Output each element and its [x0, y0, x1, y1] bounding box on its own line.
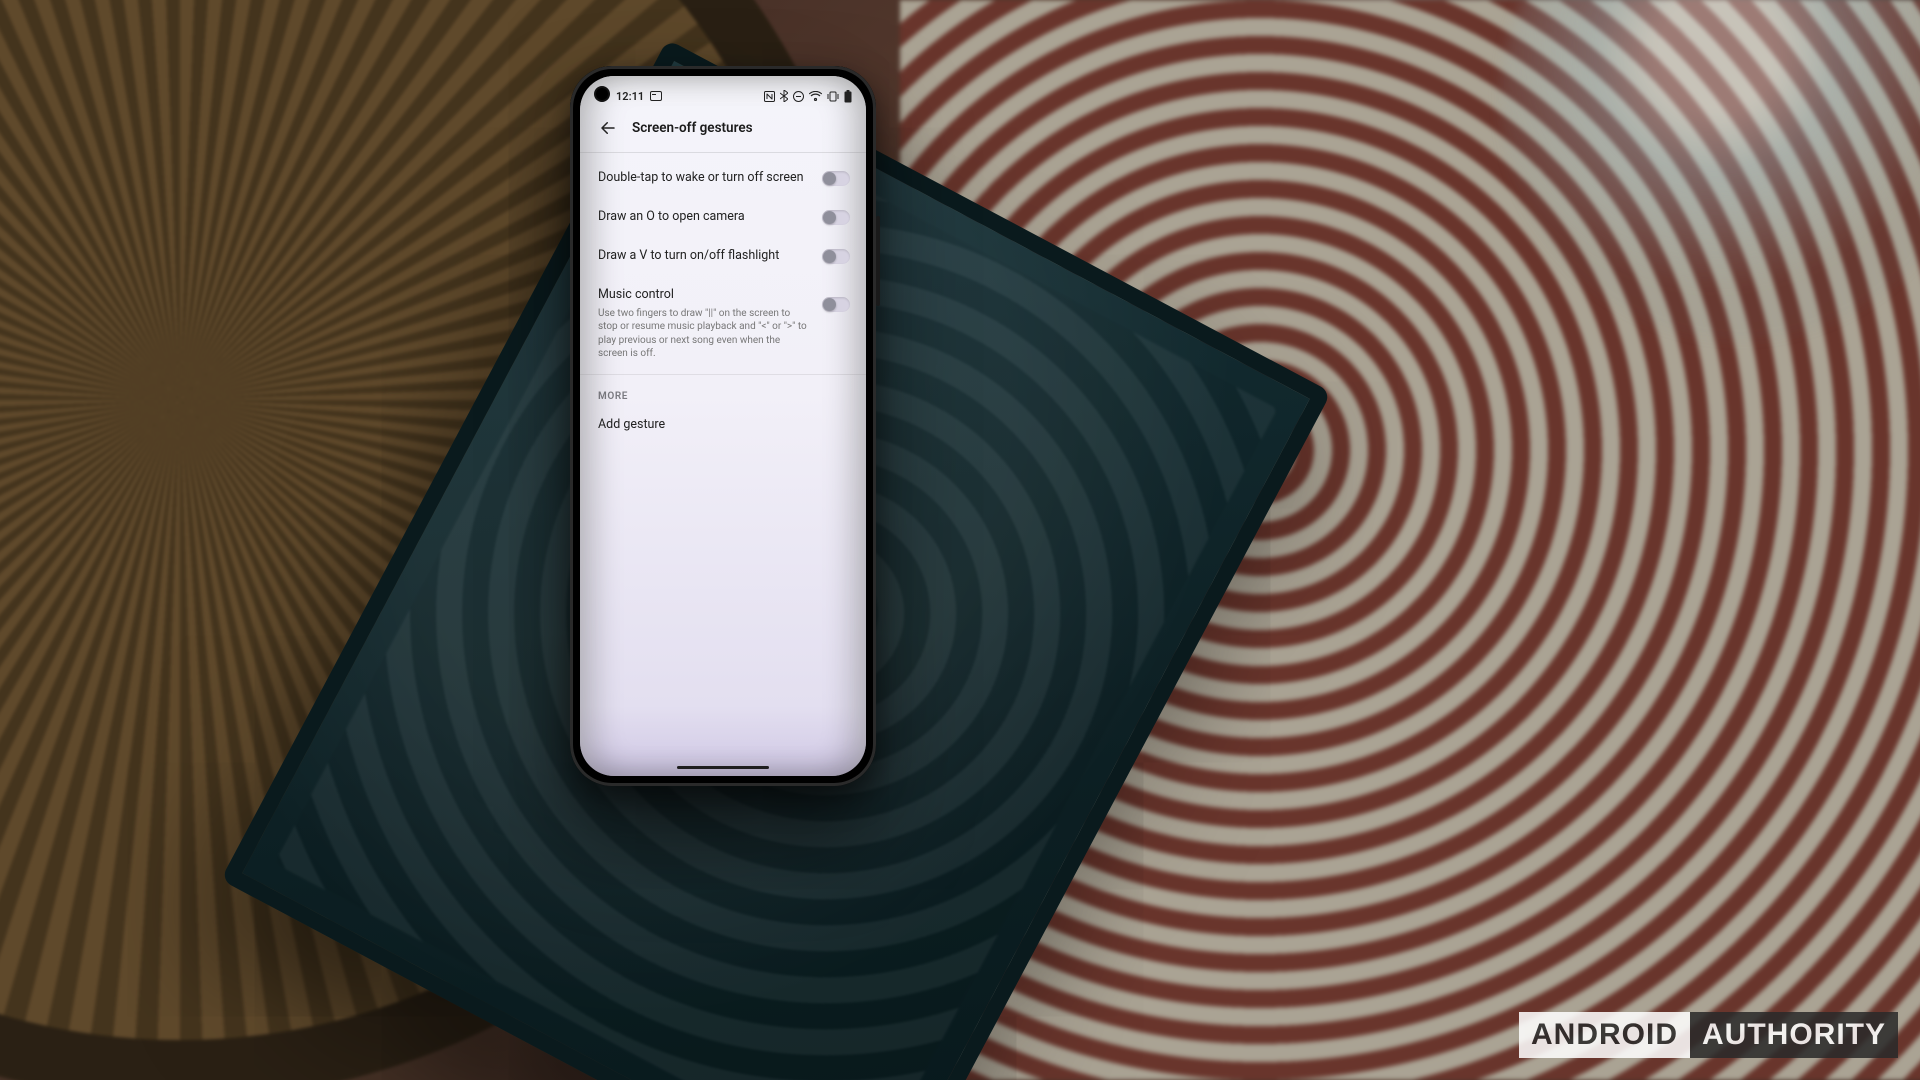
- arrow-left-icon: [599, 119, 617, 137]
- battery-icon: [844, 90, 852, 103]
- wifi-icon: [809, 91, 822, 101]
- setting-label: Add gesture: [598, 417, 850, 434]
- card-icon: [650, 91, 662, 101]
- setting-description: Use two fingers to draw "||" on the scre…: [598, 307, 812, 361]
- bluetooth-icon: [780, 90, 788, 102]
- setting-label: Draw an O to open camera: [598, 209, 812, 226]
- page-header: Screen-off gestures: [580, 110, 866, 152]
- section-divider: [580, 374, 866, 375]
- setting-label: Music control: [598, 287, 812, 304]
- setting-row-double-tap[interactable]: Double-tap to wake or turn off screen: [580, 159, 866, 198]
- setting-row-add-gesture[interactable]: Add gesture: [580, 406, 866, 445]
- setting-row-music-control[interactable]: Music control Use two fingers to draw "|…: [580, 276, 866, 372]
- status-bar: 12:11: [580, 76, 866, 110]
- dnd-icon: [793, 91, 804, 102]
- watermark-part1: ANDROID: [1519, 1012, 1690, 1058]
- toggle-draw-o[interactable]: [822, 210, 850, 225]
- toggle-music-control[interactable]: [822, 297, 850, 312]
- status-time: 12:11: [616, 90, 644, 103]
- phone-screen: 12:11: [580, 76, 866, 776]
- header-divider: [580, 152, 866, 153]
- page-title: Screen-off gestures: [632, 120, 753, 136]
- gesture-nav-handle[interactable]: [677, 766, 769, 770]
- setting-row-draw-o[interactable]: Draw an O to open camera: [580, 198, 866, 237]
- punch-hole-camera: [596, 88, 608, 100]
- toggle-draw-v[interactable]: [822, 249, 850, 264]
- setting-row-draw-v[interactable]: Draw a V to turn on/off flashlight: [580, 237, 866, 276]
- setting-label: Double-tap to wake or turn off screen: [598, 170, 812, 187]
- phone-side-button: [876, 216, 880, 306]
- toggle-double-tap[interactable]: [822, 171, 850, 186]
- setting-label: Draw a V to turn on/off flashlight: [598, 248, 812, 265]
- section-header-more: MORE: [580, 377, 866, 406]
- back-button[interactable]: [598, 118, 618, 138]
- watermark: ANDROID AUTHORITY: [1519, 1012, 1898, 1058]
- phone-frame: 12:11: [570, 66, 876, 786]
- nfc-icon: [764, 91, 775, 102]
- watermark-part2: AUTHORITY: [1690, 1012, 1898, 1058]
- vibrate-icon: [827, 91, 839, 102]
